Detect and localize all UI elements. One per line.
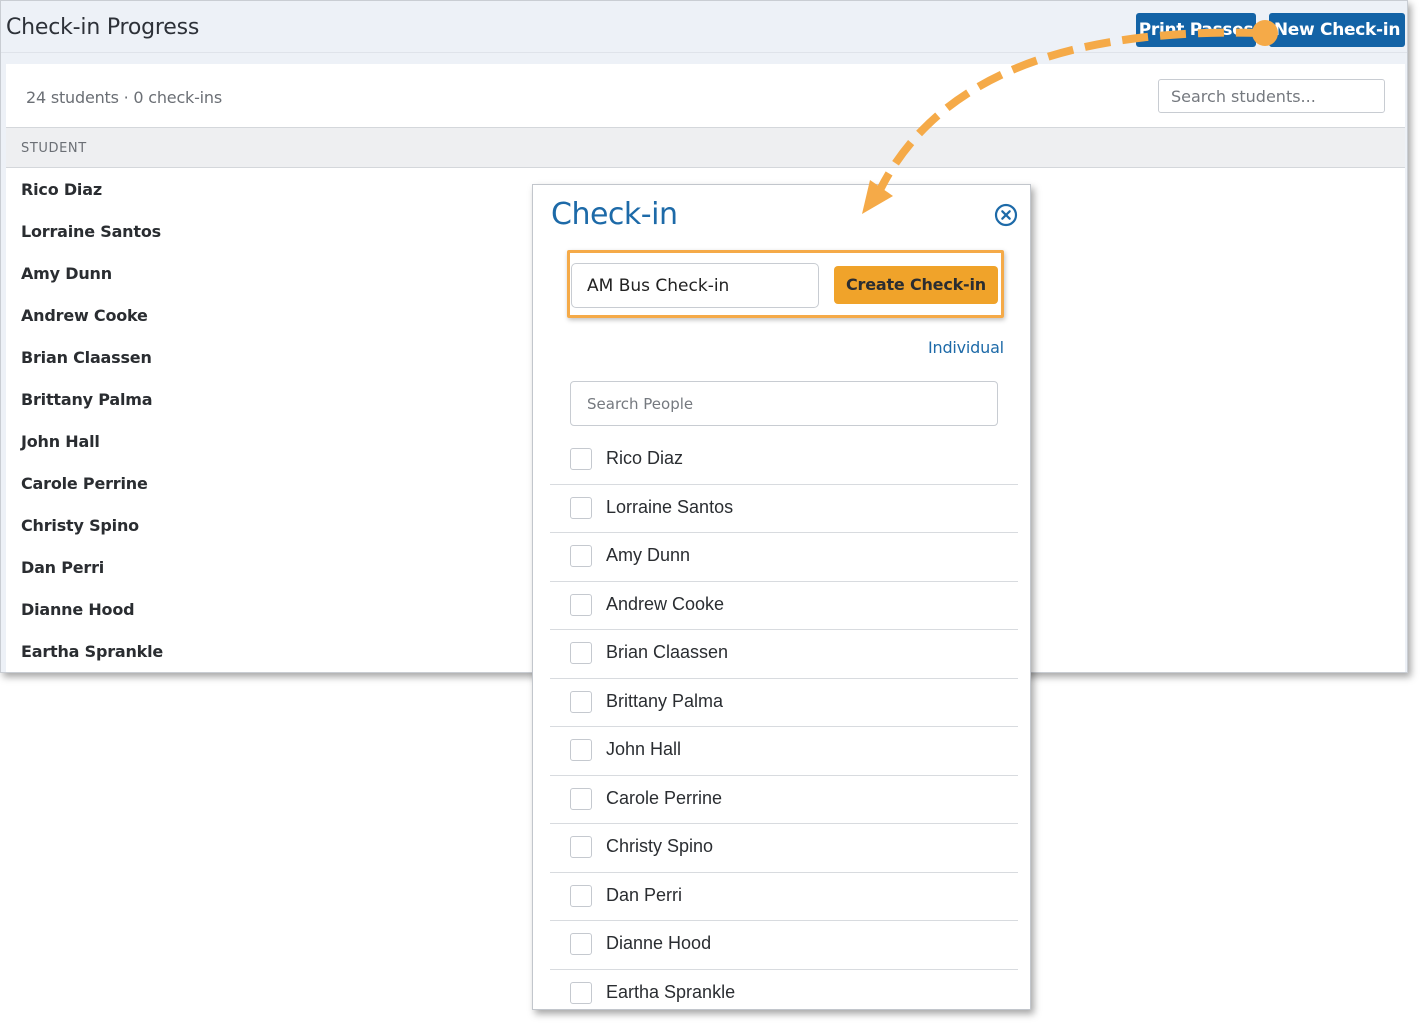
student-row[interactable]: John Hall	[21, 421, 163, 463]
new-checkin-button[interactable]: New Check-in	[1269, 13, 1405, 47]
student-row[interactable]: Lorraine Santos	[21, 211, 163, 253]
person-checkbox[interactable]	[570, 642, 592, 664]
student-row[interactable]: Christy Spino	[21, 505, 163, 547]
person-name: Carole Perrine	[606, 787, 723, 808]
student-row[interactable]: Andrew Cooke	[21, 295, 163, 337]
checkin-modal: Check-in Create Check-in Individual Rico…	[532, 184, 1031, 1010]
list-item: John Hall	[550, 727, 1018, 776]
person-checkbox[interactable]	[570, 593, 592, 616]
student-row[interactable]: Brittany Palma	[21, 379, 163, 421]
student-row[interactable]: Dianne Hood	[21, 589, 163, 631]
list-item: Dan Perri	[550, 873, 1018, 921]
checkin-name-input[interactable]	[571, 263, 819, 308]
close-circle-icon[interactable]	[994, 203, 1018, 227]
person-checkbox[interactable]	[570, 787, 592, 810]
person-checkbox[interactable]	[570, 545, 592, 567]
students-summary: 24 students · 0 check-ins	[26, 88, 223, 107]
person-checkbox[interactable]	[570, 884, 592, 907]
list-item: Eartha Sprankle	[550, 970, 1018, 1010]
list-item: Dianne Hood	[550, 921, 1018, 970]
table-header: STUDENT	[6, 127, 1405, 168]
list-item: Carole Perrine	[550, 776, 1018, 824]
person-checkbox[interactable]	[570, 448, 592, 470]
list-item: Andrew Cooke	[550, 582, 1018, 630]
modal-title: Check-in	[551, 197, 678, 232]
person-name: Amy Dunn	[606, 545, 691, 565]
person-checkbox[interactable]	[570, 933, 592, 955]
page-header: Check-in Progress Print Passes New Check…	[1, 1, 1407, 53]
person-name: Christy Spino	[606, 836, 714, 856]
list-item: Christy Spino	[550, 824, 1018, 873]
person-name: Brian Claassen	[606, 642, 729, 662]
person-name: Dianne Hood	[606, 933, 712, 953]
person-checkbox[interactable]	[570, 981, 592, 1004]
list-item: Brian Claassen	[550, 630, 1018, 679]
list-item: Brittany Palma	[550, 679, 1018, 727]
search-students-input[interactable]	[1158, 79, 1385, 113]
student-row[interactable]: Rico Diaz	[21, 169, 163, 211]
student-row[interactable]: Dan Perri	[21, 547, 163, 589]
create-checkin-button[interactable]: Create Check-in	[834, 266, 998, 304]
search-people-input[interactable]	[570, 381, 998, 426]
individual-link[interactable]: Individual	[928, 338, 1004, 357]
student-row[interactable]: Brian Claassen	[21, 337, 163, 379]
person-checkbox[interactable]	[570, 739, 592, 761]
list-item: Lorraine Santos	[550, 485, 1018, 533]
person-name: Rico Diaz	[606, 448, 684, 468]
person-name: Eartha Sprankle	[606, 981, 736, 1002]
list-item: Rico Diaz	[550, 436, 1018, 485]
person-name: Dan Perri	[606, 884, 683, 905]
student-list: Rico Diaz Lorraine Santos Amy Dunn Andre…	[21, 169, 163, 672]
person-checkbox[interactable]	[570, 836, 592, 858]
person-name: Brittany Palma	[606, 690, 724, 711]
list-item: Amy Dunn	[550, 533, 1018, 582]
student-row[interactable]: Eartha Sprankle	[21, 631, 163, 672]
student-row[interactable]: Amy Dunn	[21, 253, 163, 295]
person-name: John Hall	[606, 739, 682, 759]
person-checkbox[interactable]	[570, 690, 592, 713]
print-passes-button[interactable]: Print Passes	[1136, 13, 1256, 47]
person-checkbox[interactable]	[570, 496, 592, 519]
student-row[interactable]: Carole Perrine	[21, 463, 163, 505]
person-name: Lorraine Santos	[606, 496, 734, 517]
people-list: Rico Diaz Lorraine Santos Amy Dunn Andre…	[550, 436, 1018, 1010]
page-title: Check-in Progress	[6, 15, 200, 40]
person-name: Andrew Cooke	[606, 593, 725, 614]
column-header-student: STUDENT	[21, 141, 87, 156]
